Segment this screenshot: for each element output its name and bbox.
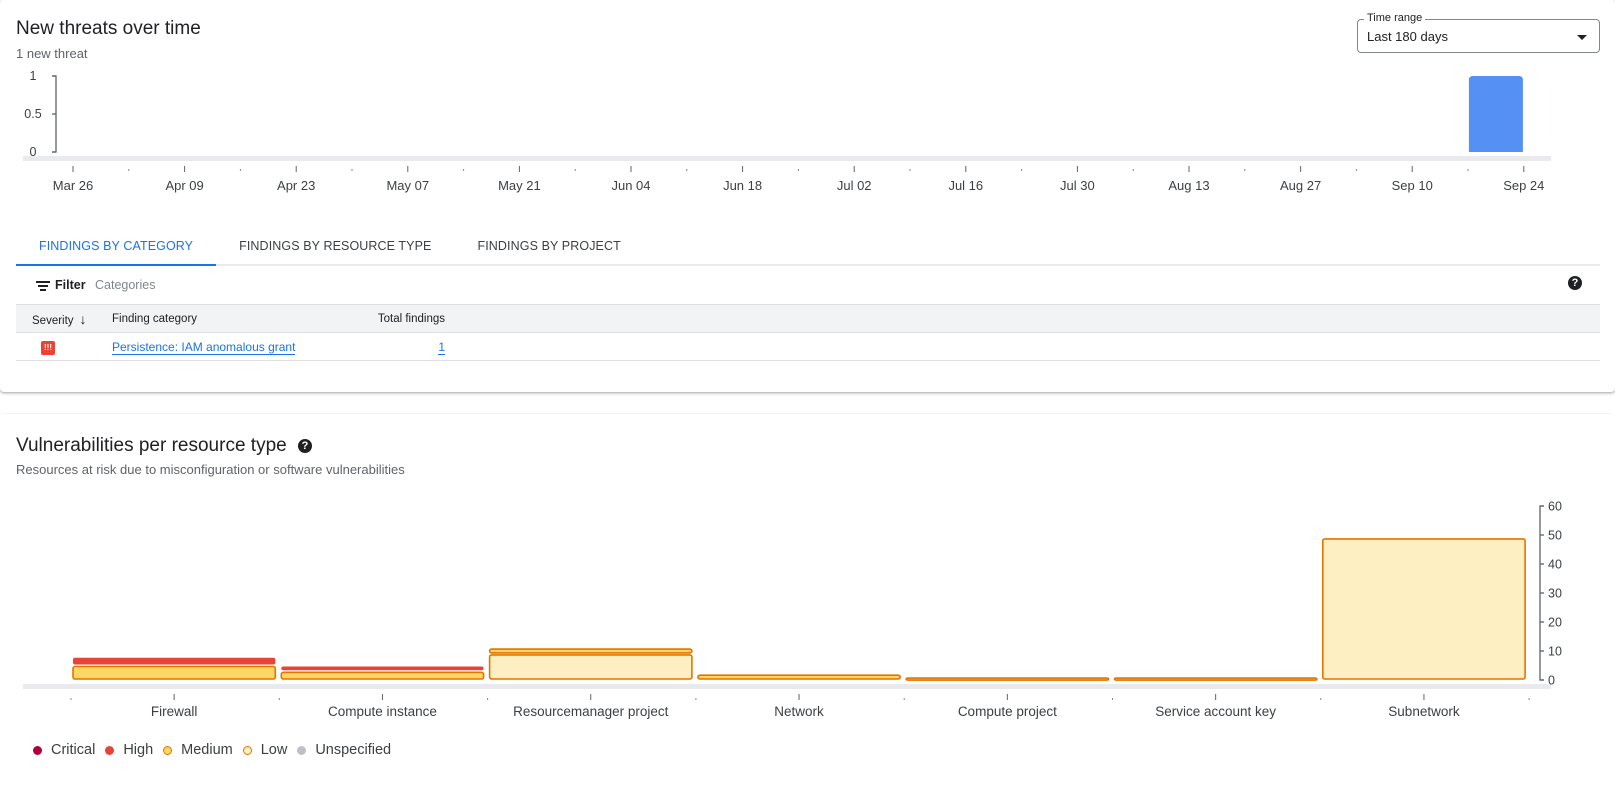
finding-category-link[interactable]: Persistence: IAM anomalous grant	[112, 339, 296, 355]
x-tick-label: Sep 24	[1503, 178, 1544, 193]
tab-findings-by-project[interactable]: FINDINGS BY PROJECT	[454, 230, 643, 266]
bar-segment-medium	[488, 648, 693, 654]
column-header-total-findings[interactable]: Total findings	[360, 305, 445, 333]
x-tick-label: Aug 27	[1280, 178, 1321, 193]
sort-arrow-icon[interactable]: ↓	[80, 311, 87, 327]
chart-legend: Critical High Medium Low Unspecified	[33, 742, 401, 758]
legend-item-unspecified[interactable]: Unspecified	[297, 742, 391, 758]
x-tick-label: Jun 04	[611, 178, 650, 193]
filter-bar: Filter Categories ?	[16, 269, 1600, 305]
column-header-severity[interactable]: Severity ↓	[16, 305, 112, 333]
y-tick-label: 0.5	[24, 107, 41, 121]
y-tick-label: 10	[1548, 645, 1562, 659]
table-row: !!! Persistence: IAM anomalous grant 1	[16, 333, 1600, 361]
x-tick-label: Jun 18	[723, 178, 762, 193]
legend-dot-icon	[105, 745, 115, 755]
time-range-label: Time range	[1364, 12, 1426, 24]
x-tick-label: Aug 13	[1168, 178, 1209, 193]
threats-title: New threats over time	[16, 18, 201, 39]
help-icon[interactable]: ?	[1568, 276, 1582, 290]
x-tick-label: Service account key	[1155, 704, 1276, 719]
threats-subtitle: 1 new threat	[16, 46, 88, 61]
x-tick-label: May 21	[498, 178, 541, 193]
filter-input[interactable]: Categories	[95, 278, 155, 292]
threats-card: New threats over time 1 new threat Time …	[0, 0, 1615, 392]
help-icon[interactable]: ?	[298, 439, 312, 453]
threats-chart: 0 0.5 1 Mar 26 Apr 09 Apr 23 May 07 May 21 Jun 0…	[23, 69, 1551, 193]
legend-item-high[interactable]: High	[105, 742, 153, 758]
time-range-value: Last 180 days	[1367, 29, 1448, 44]
x-tick-label: Jul 16	[948, 178, 983, 193]
x-axis-baseline	[23, 156, 1551, 161]
x-tick-label: Subnetwork	[1388, 704, 1460, 719]
x-tick-label: Resourcemanager project	[513, 704, 669, 719]
x-tick-label: May 07	[386, 178, 429, 193]
findings-tabs: FINDINGS BY CATEGORY FINDINGS BY RESOURC…	[16, 230, 1600, 266]
y-tick-label: 50	[1548, 529, 1562, 543]
legend-dot-icon	[33, 745, 42, 755]
bar-segment-medium	[280, 671, 485, 680]
y-tick-label: 0	[1548, 674, 1555, 688]
filter-icon[interactable]	[36, 281, 50, 291]
tab-findings-by-category[interactable]: FINDINGS BY CATEGORY	[16, 230, 217, 266]
x-tick-label: Compute instance	[328, 704, 437, 719]
x-tick-label: Compute project	[958, 704, 1057, 719]
bar-segment-low	[1322, 538, 1526, 680]
x-axis-baseline	[23, 684, 1551, 689]
bar-segment-high	[281, 666, 484, 671]
x-tick-label: Jul 30	[1060, 178, 1095, 193]
filter-button[interactable]: Filter	[55, 278, 86, 292]
vulnerabilities-subtitle: Resources at risk due to misconfiguratio…	[16, 462, 405, 477]
bar-segment-low	[488, 654, 693, 680]
column-header-finding-category[interactable]: Finding category	[112, 305, 360, 333]
x-tick-label: Apr 23	[277, 178, 315, 193]
y-tick-label: 30	[1548, 587, 1562, 601]
x-tick-label: Network	[774, 704, 824, 719]
vulnerabilities-title: Vulnerabilities per resource type ?	[16, 435, 312, 457]
legend-item-medium[interactable]: Medium	[163, 742, 233, 758]
vulnerabilities-chart: 0 10 20 30 40 50 60 Firewall Compute instance Res…	[23, 500, 1562, 719]
total-findings-link[interactable]: 1	[438, 339, 445, 355]
time-range-select[interactable]: Time range Last 180 days	[1357, 12, 1600, 53]
threat-bar	[1468, 76, 1523, 152]
legend-dot-icon	[297, 745, 307, 755]
table-header-row: Severity ↓ Finding category Total finding…	[16, 304, 1600, 333]
findings-table: Severity ↓ Finding category Total finding…	[16, 304, 1600, 361]
y-tick-label: 60	[1548, 500, 1562, 514]
x-tick-label: Mar 26	[53, 178, 93, 193]
legend-dot-icon	[163, 745, 173, 755]
tab-findings-by-resource-type[interactable]: FINDINGS BY RESOURCE TYPE	[216, 230, 454, 266]
y-tick-label: 0	[30, 145, 37, 159]
dropdown-caret-icon	[1577, 35, 1587, 40]
severity-high-icon: !!!	[41, 340, 55, 355]
x-tick-label: Jul 02	[837, 178, 872, 193]
legend-dot-icon	[242, 745, 252, 755]
bar-segment-medium	[905, 677, 1110, 681]
legend-item-critical[interactable]: Critical	[33, 742, 95, 758]
bar-segment-medium	[697, 674, 902, 680]
y-tick-label: 20	[1548, 616, 1562, 630]
y-tick-label: 1	[30, 69, 37, 83]
bar-segment-high	[73, 657, 276, 665]
y-tick-label: 40	[1548, 558, 1562, 572]
legend-item-low[interactable]: Low	[242, 742, 287, 758]
x-tick-label: Firewall	[151, 704, 198, 719]
x-tick-label: Sep 10	[1392, 178, 1433, 193]
bar-segment-medium	[72, 665, 277, 680]
x-tick-label: Apr 09	[165, 178, 203, 193]
bar-segment-medium	[1113, 677, 1318, 681]
